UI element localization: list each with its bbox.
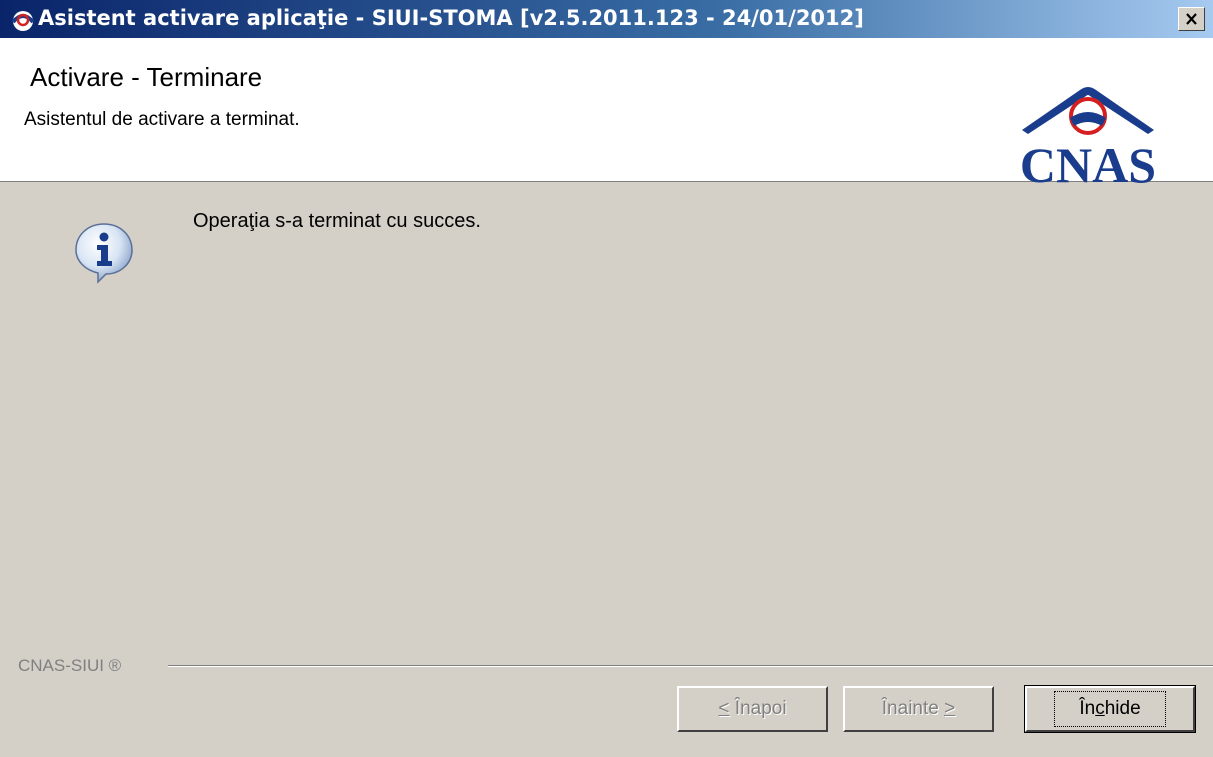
window-title: Asistent activare aplicaţie - SIUI-STOMA… xyxy=(38,6,864,30)
title-bar[interactable]: Asistent activare aplicaţie - SIUI-STOMA… xyxy=(0,0,1213,38)
page-subtitle: Asistentul de activare a terminat. xyxy=(24,109,300,130)
footer-brand-label: CNAS-SIUI ® xyxy=(18,656,122,675)
footer-divider xyxy=(168,665,1213,667)
page-title: Activare - Terminare xyxy=(30,62,263,92)
close-label-pre: În xyxy=(1079,698,1096,719)
close-label-post: hide xyxy=(1104,698,1141,719)
wizard-header: Activare - Terminare Asistentul de activ… xyxy=(0,38,1213,193)
info-icon xyxy=(75,223,133,284)
back-mnemonic: < xyxy=(718,698,730,719)
next-button[interactable]: Înainte > xyxy=(843,686,994,732)
back-button[interactable]: < Înapoi xyxy=(677,686,828,732)
close-button[interactable]: Închide xyxy=(1024,685,1196,733)
cnas-app-icon xyxy=(11,11,35,31)
cnas-logo: CNAS xyxy=(1020,87,1156,193)
back-label: Înapoi xyxy=(729,698,787,719)
close-button-focus: Închide xyxy=(1054,691,1166,727)
status-message: Operaţia s-a terminat cu succes. xyxy=(193,210,481,232)
svg-text:CNAS: CNAS xyxy=(1020,137,1156,193)
window-close-button[interactable] xyxy=(1178,7,1205,31)
close-mnemonic: c xyxy=(1095,698,1105,719)
next-mnemonic: > xyxy=(944,698,956,719)
next-label: Înainte xyxy=(881,698,945,719)
close-icon xyxy=(1186,13,1197,25)
